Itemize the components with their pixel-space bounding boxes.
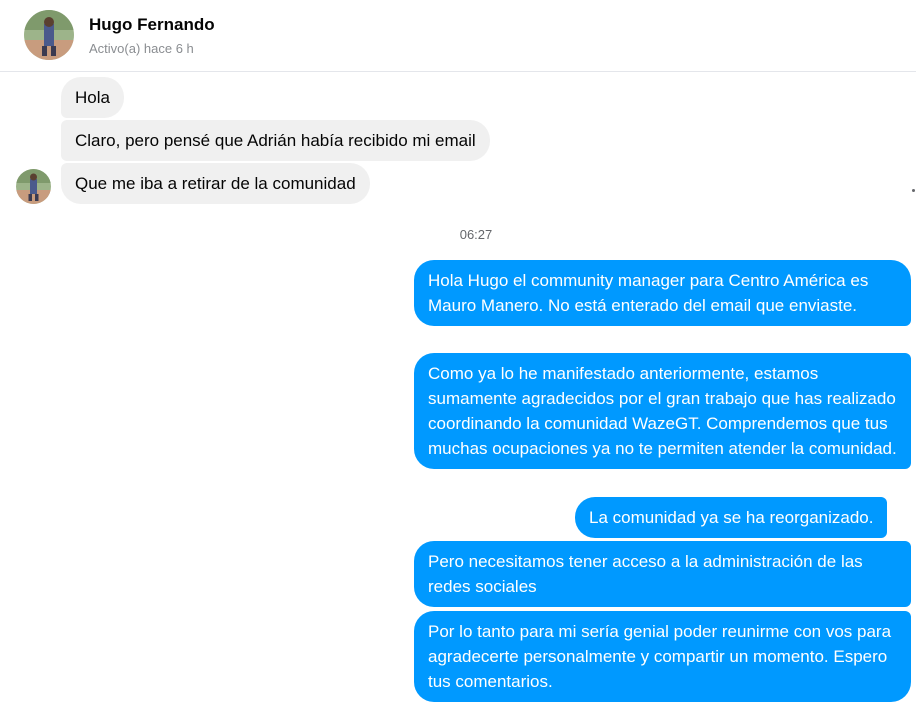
more-options-icon[interactable] [912, 189, 915, 192]
outgoing-message[interactable]: Como ya lo he manifestado anteriormente,… [414, 353, 911, 469]
outgoing-message[interactable]: Por lo tanto para mi sería genial poder … [414, 611, 911, 702]
message-timestamp: 06:27 [459, 227, 493, 242]
contact-avatar-icon [16, 169, 51, 204]
chat-header: Hugo Fernando Activo(a) hace 6 h [0, 0, 916, 72]
contact-avatar-icon[interactable] [24, 10, 74, 60]
contact-status: Activo(a) hace 6 h [89, 41, 194, 56]
outgoing-message[interactable]: Hola Hugo el community manager para Cent… [414, 260, 911, 326]
outgoing-message[interactable]: La comunidad ya se ha reorganizado. [575, 497, 888, 538]
incoming-message[interactable]: Hola [61, 77, 124, 118]
incoming-message[interactable]: Que me iba a retirar de la comunidad [61, 163, 370, 204]
outgoing-message[interactable]: Pero necesitamos tener acceso a la admin… [414, 541, 911, 607]
contact-name[interactable]: Hugo Fernando [89, 15, 215, 35]
chat-window: Hugo Fernando Activo(a) hace 6 h Hola Cl… [0, 0, 916, 714]
incoming-message[interactable]: Claro, pero pensé que Adrián había recib… [61, 120, 490, 161]
